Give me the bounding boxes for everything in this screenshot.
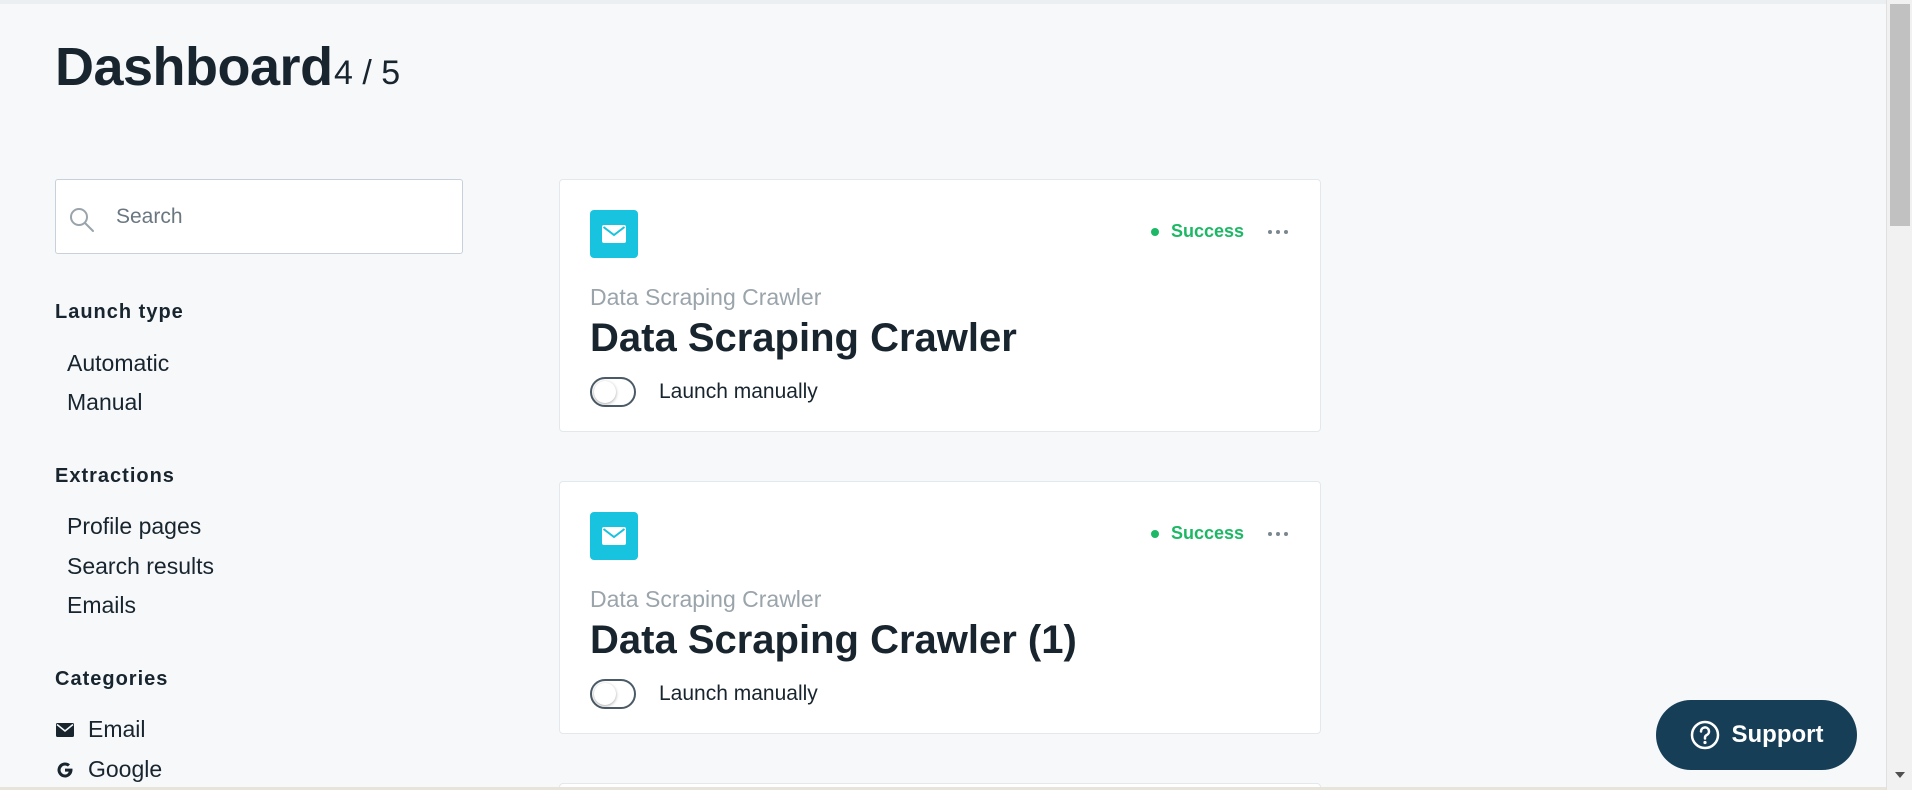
status-label: Success bbox=[1170, 221, 1244, 241]
card-title[interactable]: Data Scraping Crawler (1) bbox=[590, 618, 1077, 663]
launch-type-heading: Launch type bbox=[55, 301, 184, 323]
status-badge: Success bbox=[1150, 221, 1244, 242]
toggle-knob bbox=[594, 381, 616, 403]
dashboard-page: Dashboard 4 / 5 Launch type Automatic Ma… bbox=[0, 0, 1886, 790]
google-icon bbox=[55, 760, 75, 780]
envelope-icon bbox=[590, 512, 638, 560]
support-label: Support bbox=[1731, 721, 1824, 748]
page-title: Dashboard bbox=[55, 37, 333, 97]
envelope-icon bbox=[55, 720, 75, 740]
category-label: Google bbox=[88, 756, 163, 782]
status-label: Success bbox=[1170, 523, 1244, 543]
automation-card[interactable]: Success Data Scraping Crawler Data Scrap… bbox=[559, 481, 1321, 734]
category-google[interactable]: Google bbox=[55, 756, 162, 783]
search-box[interactable] bbox=[55, 179, 463, 254]
category-email[interactable]: Email bbox=[55, 716, 146, 743]
search-icon bbox=[70, 208, 94, 232]
status-dot-icon bbox=[1150, 529, 1159, 538]
filter-manual[interactable]: Manual bbox=[67, 389, 142, 416]
filter-automatic[interactable]: Automatic bbox=[67, 350, 169, 377]
search-input[interactable] bbox=[116, 180, 446, 253]
scrollbar-thumb[interactable] bbox=[1890, 4, 1910, 226]
more-options-icon[interactable] bbox=[1266, 522, 1290, 546]
support-button[interactable]: Support bbox=[1656, 700, 1857, 770]
toggle-label: Launch manually bbox=[659, 682, 818, 705]
filter-emails[interactable]: Emails bbox=[67, 592, 136, 619]
more-options-icon[interactable] bbox=[1266, 220, 1290, 244]
categories-heading: Categories bbox=[55, 668, 169, 690]
card-subtitle: Data Scraping Crawler bbox=[590, 586, 822, 612]
card-subtitle: Data Scraping Crawler bbox=[590, 284, 822, 310]
extractions-heading: Extractions bbox=[55, 465, 175, 487]
envelope-icon bbox=[590, 210, 638, 258]
automation-count: 4 / 5 bbox=[334, 54, 401, 92]
category-label: Email bbox=[88, 716, 146, 742]
status-dot-icon bbox=[1150, 227, 1159, 236]
card-title[interactable]: Data Scraping Crawler bbox=[590, 316, 1017, 361]
filter-search-results[interactable]: Search results bbox=[67, 553, 214, 580]
automation-card[interactable]: Success Data Scraping Crawler Data Scrap… bbox=[559, 179, 1321, 432]
vertical-scrollbar[interactable] bbox=[1886, 0, 1912, 790]
launch-manually-toggle[interactable] bbox=[590, 377, 636, 407]
toggle-label: Launch manually bbox=[659, 380, 818, 403]
status-badge: Success bbox=[1150, 523, 1244, 544]
filter-profile-pages[interactable]: Profile pages bbox=[67, 513, 201, 540]
scroll-down-arrow-icon[interactable] bbox=[1895, 772, 1905, 778]
question-circle-icon bbox=[1690, 720, 1719, 750]
toggle-knob bbox=[594, 683, 616, 705]
launch-manually-toggle[interactable] bbox=[590, 679, 636, 709]
